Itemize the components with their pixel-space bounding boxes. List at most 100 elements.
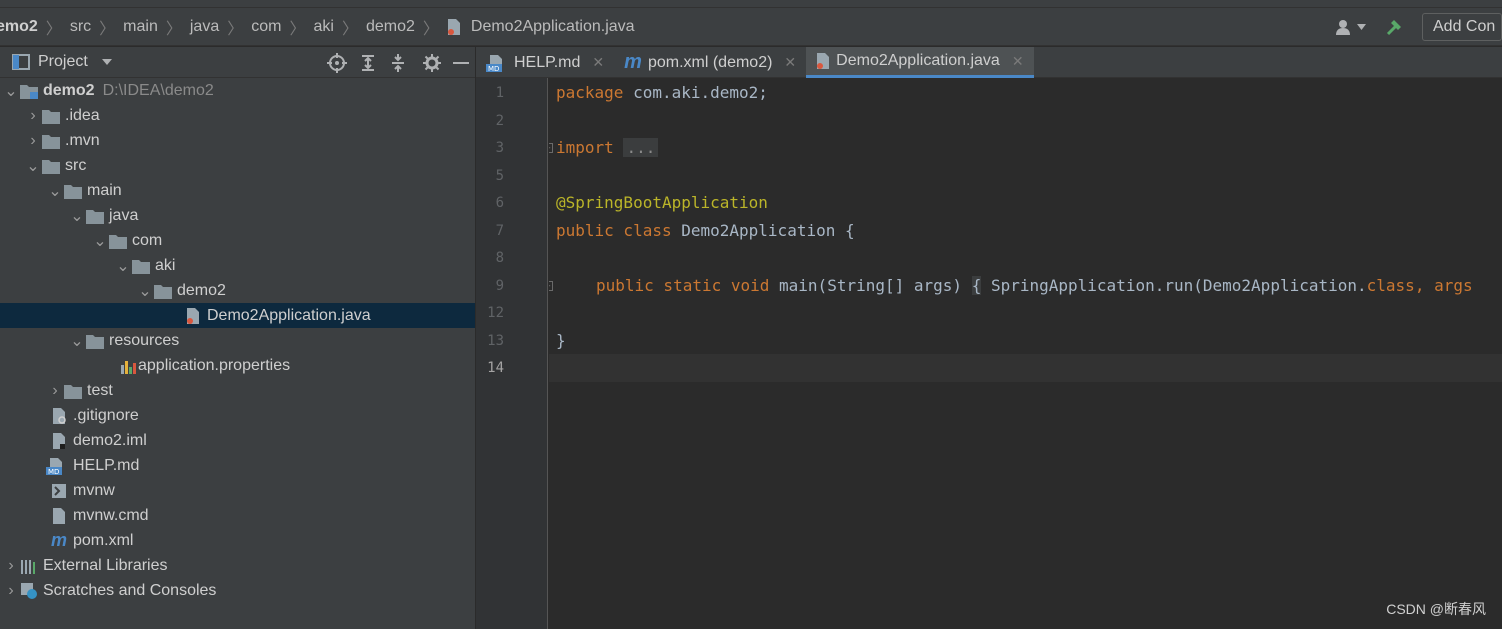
add-configuration-button[interactable]: Add Con [1422,13,1502,41]
tree-item-demo2-iml[interactable]: demo2.iml [0,428,475,453]
breadcrumb-java[interactable]: java [190,8,219,46]
chevron-down-icon[interactable]: ⌄ [68,331,86,351]
tree-item-label: main [87,181,122,199]
source-folder-icon [86,207,104,225]
close-icon[interactable]: ✕ [1012,53,1024,70]
folded-body[interactable]: { [971,276,982,295]
code-text: , args [1414,276,1473,295]
tree-item-demo2application[interactable]: Demo2Application.java [0,303,475,328]
tree-item-external-libraries[interactable]: › External Libraries [0,553,475,578]
user-icon[interactable] [1336,19,1366,35]
tree-item-pom-xml[interactable]: m pom.xml [0,528,475,553]
tree-item-label: demo2 [177,281,226,299]
tree-item-test[interactable]: › test [0,378,475,403]
chevron-down-icon[interactable]: ⌄ [24,156,42,176]
tree-item-application-properties[interactable]: application.properties [0,353,475,378]
tree-item-mvnw[interactable]: mvnw [0,478,475,503]
breadcrumb-separator-icon: 〉 [165,20,182,38]
code-keyword: import [556,138,614,157]
editor-gutter: 1 2 3 5 6 7 8 9 12 13 14 [476,78,548,629]
fold-toggle-icon[interactable]: + [549,143,553,153]
locate-file-icon[interactable] [327,52,347,73]
tree-item-mvnw-cmd[interactable]: mvnw.cmd [0,503,475,528]
tree-item-gitignore[interactable]: .gitignore [0,403,475,428]
code-keyword: class [1366,276,1415,295]
tree-item-label: java [109,206,139,224]
line-number: 2 [495,113,504,129]
chevron-down-icon[interactable]: ⌄ [91,231,109,251]
chevron-right-icon[interactable]: › [2,582,20,600]
breadcrumb-project[interactable]: emo2 [0,8,38,46]
tree-item-demo2-package[interactable]: ⌄ demo2 [0,278,475,303]
breadcrumb-com[interactable]: com [251,8,281,46]
text-file-icon [50,507,68,525]
line-number: 7 [495,223,504,239]
chevron-down-icon[interactable]: ⌄ [114,256,132,276]
properties-file-icon [118,357,136,375]
tree-item-com[interactable]: ⌄ com [0,228,475,253]
package-icon [132,257,150,275]
project-panel-title: Project [38,53,88,70]
hide-panel-icon[interactable] [453,61,469,65]
package-icon [154,282,172,300]
scratches-icon [20,582,38,600]
tree-item-label: resources [109,331,180,349]
code-text: main(String[] args) [769,276,972,295]
breadcrumb-main[interactable]: main [123,8,158,46]
line-number: 8 [495,250,504,266]
tree-item-scratches[interactable]: › Scratches and Consoles [0,578,475,603]
tree-item-label: mvnw [73,481,115,499]
chevron-down-icon[interactable]: ⌄ [46,181,64,201]
line-number-current: 14 [487,360,504,376]
tab-pom-xml[interactable]: m pom.xml (demo2) ✕ [614,47,806,78]
gear-icon[interactable] [423,53,441,72]
chevron-down-icon[interactable]: ⌄ [136,281,154,301]
tree-item-demo2-root[interactable]: ⌄ demo2 D:\IDEA\demo2 [0,78,475,103]
close-icon[interactable]: ✕ [592,54,604,71]
project-view-selector[interactable]: Project [12,53,112,71]
tree-item-aki[interactable]: ⌄ aki [0,253,475,278]
chevron-right-icon[interactable]: › [2,557,20,575]
tree-item-label: pom.xml [73,531,134,549]
breadcrumb-separator-icon: 〉 [422,20,439,38]
code-keyword: public static void [596,276,770,295]
tab-demo2application[interactable]: Demo2Application.java ✕ [806,47,1034,78]
maven-icon: m [624,51,642,73]
close-icon[interactable]: ✕ [784,54,796,71]
expand-all-icon[interactable] [359,53,377,73]
tree-item-src[interactable]: ⌄ src [0,153,475,178]
tree-item-idea[interactable]: › .idea [0,103,475,128]
chevron-down-icon[interactable]: ⌄ [2,81,20,101]
tree-item-help-md[interactable]: MD HELP.md [0,453,475,478]
breadcrumb-src[interactable]: src [70,8,91,46]
tab-help-md[interactable]: MD HELP.md ✕ [476,47,614,78]
line-number: 13 [487,333,504,349]
breadcrumb-aki[interactable]: aki [313,8,333,46]
tree-item-label: mvnw.cmd [73,506,149,524]
maven-icon: m [50,530,67,550]
tree-item-label: External Libraries [43,556,168,574]
code-text: SpringApplication.run(Demo2Application. [981,276,1367,295]
build-hammer-icon[interactable] [1386,18,1404,36]
collapse-all-icon[interactable] [389,53,407,73]
breadcrumb-demo2[interactable]: demo2 [366,8,415,46]
folder-icon [64,182,82,200]
chevron-right-icon[interactable]: › [24,132,42,150]
tree-item-label: test [87,381,113,399]
chevron-down-icon[interactable]: ⌄ [68,206,86,226]
code-keyword: package [556,83,624,102]
folded-imports[interactable]: ... [623,138,659,157]
tree-item-resources[interactable]: ⌄ resources [0,328,475,353]
code-editor[interactable]: package com.aki.demo2; + import ... @Spr… [549,78,1502,629]
tree-item-label: .mvn [65,131,100,149]
chevron-right-icon[interactable]: › [46,382,64,400]
tree-item-main[interactable]: ⌄ main [0,178,475,203]
tree-item-mvn[interactable]: › .mvn [0,128,475,153]
tree-item-java[interactable]: ⌄ java [0,203,475,228]
line-number: 3 [495,140,504,156]
svg-text:MD: MD [488,65,499,72]
code-text: com.aki.demo2; [623,83,768,102]
breadcrumb-file[interactable]: Demo2Application.java [447,8,635,46]
chevron-right-icon[interactable]: › [24,107,42,125]
fold-toggle-icon[interactable]: + [549,281,553,291]
